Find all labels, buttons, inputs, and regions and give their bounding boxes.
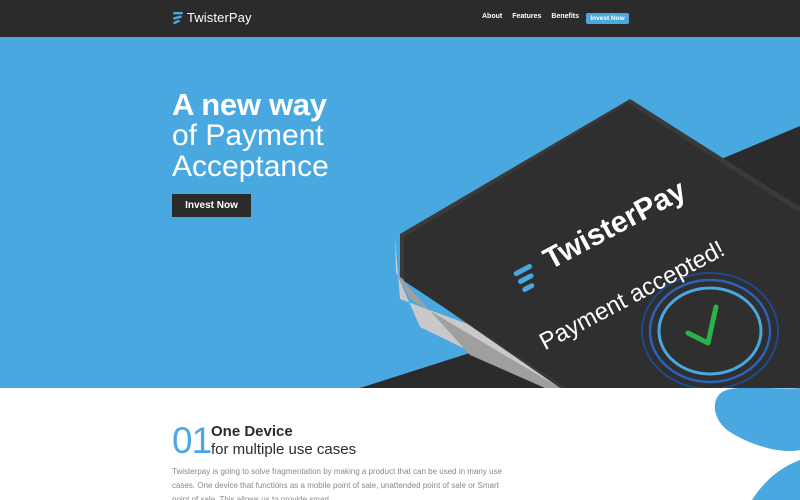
nav-links: About Features Benefits bbox=[482, 13, 589, 20]
hero-title-line2: of Payment bbox=[172, 119, 324, 152]
hero-invest-now-button[interactable]: Invest Now bbox=[172, 194, 251, 217]
brand-logo[interactable]: TwisterPay bbox=[173, 10, 252, 25]
twisterpay-logo-icon bbox=[173, 11, 183, 24]
hero-title-bold: A new way bbox=[172, 87, 327, 122]
top-navbar: TwisterPay About Features Benefits Inves… bbox=[0, 0, 800, 37]
nav-link-features[interactable]: Features bbox=[512, 13, 541, 20]
feature-section: 01 One Device for multiple use cases Twi… bbox=[0, 388, 800, 500]
nav-link-benefits[interactable]: Benefits bbox=[551, 13, 579, 20]
nav-link-about[interactable]: About bbox=[482, 13, 502, 20]
feature-number: 01 bbox=[172, 420, 212, 461]
brand-name: TwisterPay bbox=[187, 10, 252, 25]
feature-title: One Device bbox=[211, 423, 293, 440]
feature-description: Twisterpay is going to solve fragmentati… bbox=[172, 467, 502, 500]
hero-headline: A new way of Payment Acceptance bbox=[172, 89, 432, 182]
hero-title-line3: Acceptance bbox=[172, 150, 329, 183]
feature-subtitle: for multiple use cases bbox=[211, 441, 357, 458]
decorative-blue-blob bbox=[715, 388, 800, 500]
nav-invest-now-button[interactable]: Invest Now bbox=[586, 13, 629, 24]
hero-section: TwisterPay Payment accepted! A new way o… bbox=[0, 37, 800, 388]
